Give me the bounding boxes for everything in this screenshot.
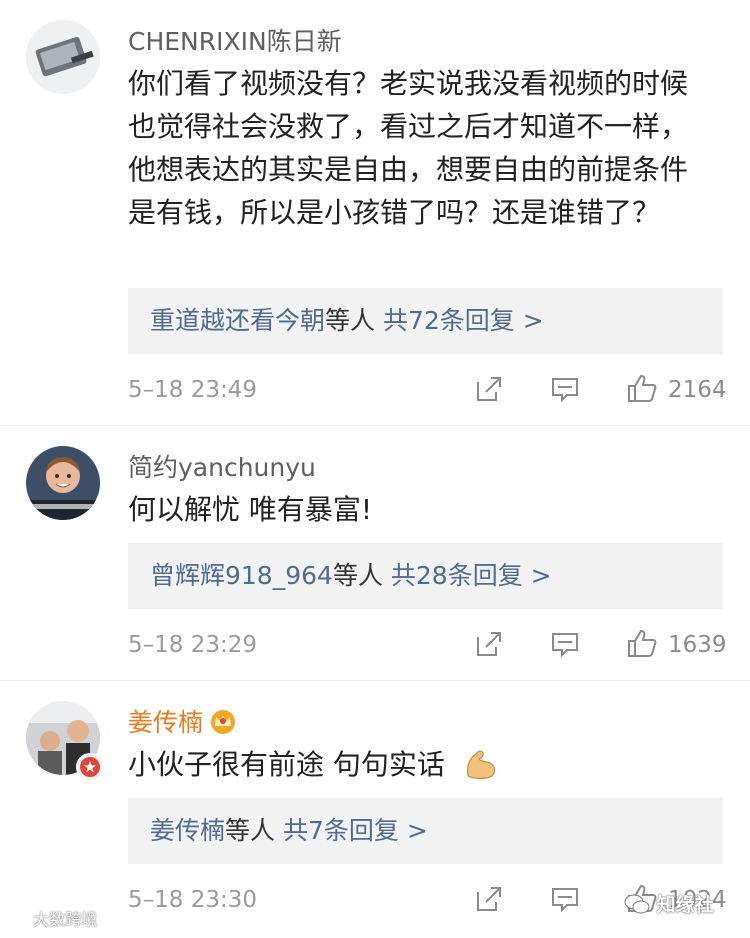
reply-count-link[interactable]: 共72条回复 > <box>383 306 544 335</box>
device-photo-avatar <box>26 20 100 94</box>
reply-author-names[interactable]: 曾辉辉918_964 <box>150 561 333 590</box>
wechat-logo-icon <box>624 894 650 914</box>
watermark-logo-icon <box>6 914 28 924</box>
comment-icon[interactable] <box>550 884 580 914</box>
comment-icon[interactable] <box>550 629 580 659</box>
reply-count-link[interactable]: 共28条回复 > <box>391 561 552 590</box>
username[interactable]: 简约yanchunyu <box>128 448 316 484</box>
timestamp: 5–18 23:49 <box>128 377 257 403</box>
timestamp: 5–18 23:29 <box>128 632 257 658</box>
share-icon[interactable] <box>474 374 504 404</box>
comment-text: 你们看了视频没有？老实说我没看视频的时候也觉得社会没救了，看过之后才知道不一样，… <box>128 67 689 229</box>
comment-text: 何以解忧 唯有暴富! <box>128 493 373 526</box>
like-icon[interactable] <box>626 627 658 659</box>
crown-icon <box>211 710 236 734</box>
reply-count-link[interactable]: 共7条回复 > <box>283 816 428 845</box>
reply-suffix: 等人 <box>332 561 383 590</box>
user-avatar[interactable] <box>26 446 100 520</box>
like-count: 1639 <box>668 632 727 658</box>
watermark-left-text: 大数跨境 <box>33 910 98 929</box>
verified-badge-icon <box>76 753 104 781</box>
like-count: 2164 <box>668 377 727 403</box>
comment-icon[interactable] <box>550 374 580 404</box>
comment-text-content: 小伙子很有前途 句句实话 <box>128 748 445 781</box>
replies-summary[interactable]: 重道越还看今朝等人 共72条回复 > <box>128 288 723 354</box>
flexed-biceps-icon <box>466 750 495 779</box>
replies-summary[interactable]: 姜传楠等人 共7条回复 > <box>128 798 723 864</box>
comment-item: 简约yanchunyu 何以解忧 唯有暴富! 曾辉辉918_964等人 共28条… <box>0 425 750 682</box>
watermark-left: 大数跨境 <box>6 906 97 930</box>
username[interactable]: CHENRIXIN陈日新 <box>128 22 342 58</box>
comment-footer: 5–18 23:49 2164 <box>128 370 727 410</box>
comment-item: CHENRIXIN陈日新 你们看了视频没有？老实说我没看视频的时候也觉得社会没救… <box>0 0 750 403</box>
watermark-right-text: 知缘社 <box>656 894 714 916</box>
child-photo-avatar <box>26 446 100 520</box>
comment-footer: 5–18 23:29 1639 <box>128 625 727 665</box>
user-avatar[interactable] <box>26 20 100 94</box>
share-icon[interactable] <box>474 629 504 659</box>
share-icon[interactable] <box>474 884 504 914</box>
username-text[interactable]: 姜传楠 <box>128 708 203 737</box>
username[interactable]: 姜传楠 <box>128 703 237 739</box>
reply-suffix: 等人 <box>225 816 276 845</box>
reply-author-names[interactable]: 重道越还看今朝 <box>150 306 325 335</box>
like-icon[interactable] <box>626 372 658 404</box>
watermark-right: 知缘社 <box>624 890 714 917</box>
comment-text: 小伙子很有前途 句句实话 <box>128 743 713 786</box>
reply-author-names[interactable]: 姜传楠 <box>150 816 225 845</box>
timestamp: 5–18 23:30 <box>128 887 257 913</box>
replies-summary[interactable]: 曾辉辉918_964等人 共28条回复 > <box>128 543 723 609</box>
reply-suffix: 等人 <box>325 306 376 335</box>
